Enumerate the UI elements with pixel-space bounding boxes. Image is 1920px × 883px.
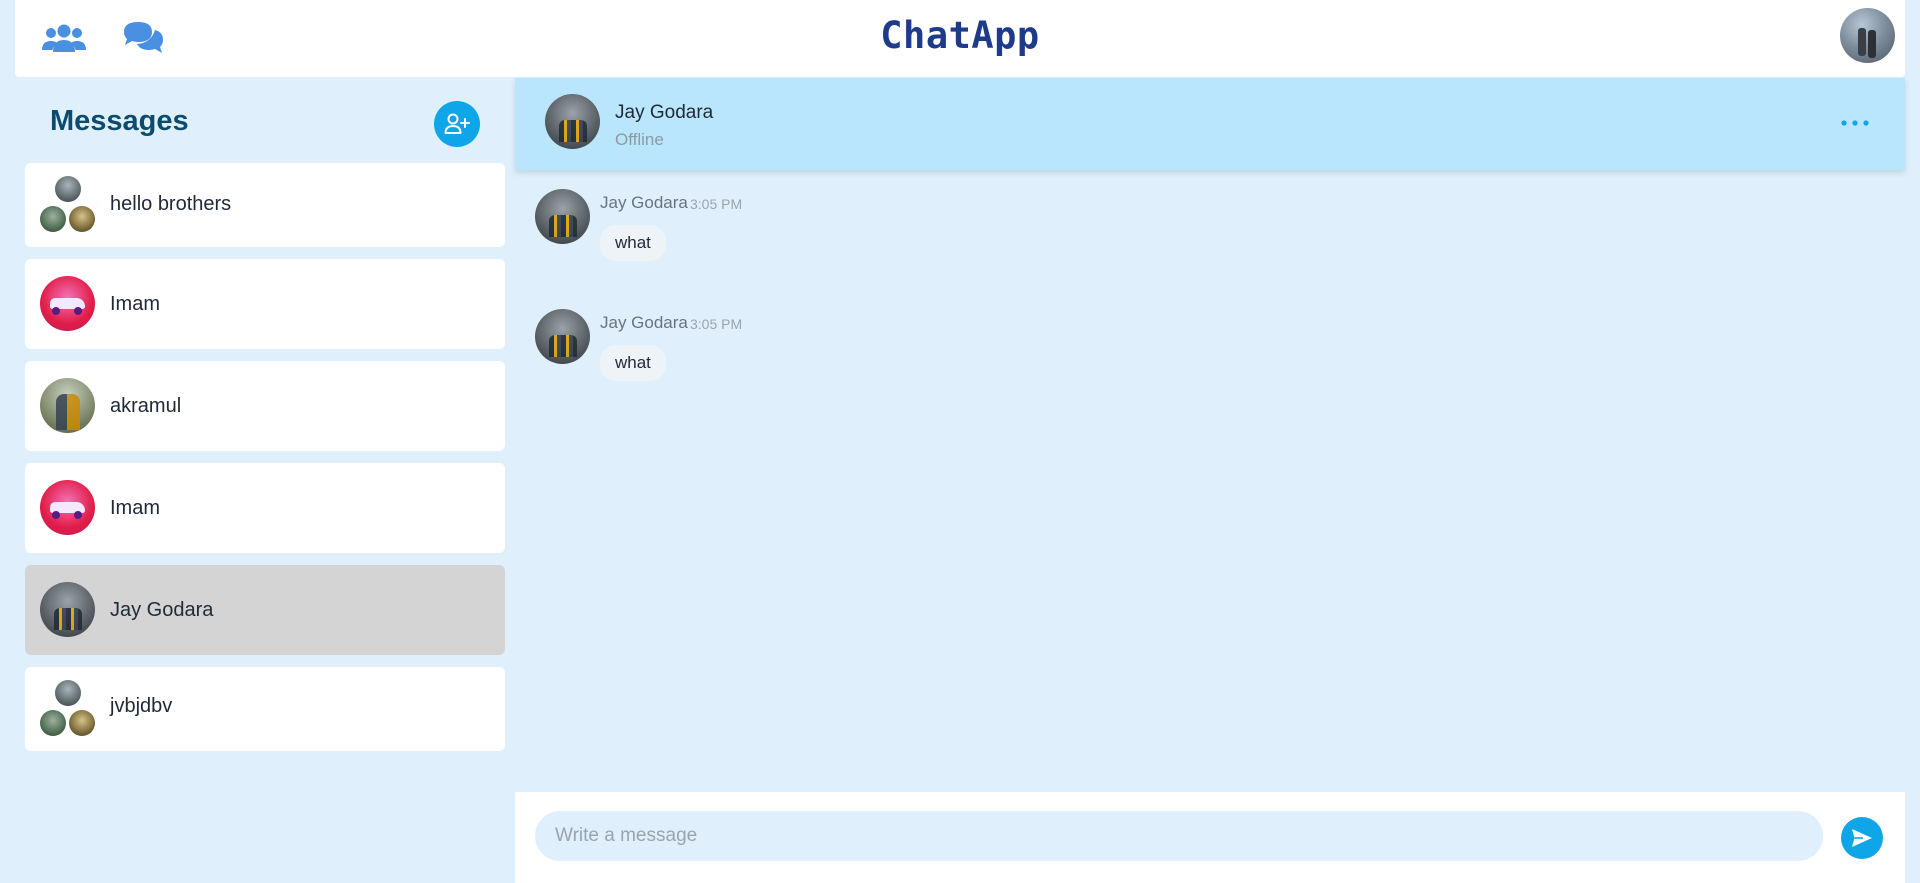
message-composer (515, 792, 1905, 883)
send-button[interactable] (1841, 817, 1883, 859)
chat-item-jvbjdbv[interactable]: jvbjdbv (25, 667, 505, 751)
message-sender: Jay Godara (600, 313, 688, 332)
conversation-header: Jay Godara Offline (515, 78, 1905, 170)
sidebar-header: Messages (50, 101, 480, 149)
chat-item-name: hello brothers (110, 193, 232, 215)
message-avatar (535, 189, 590, 244)
message-input[interactable] (535, 811, 1823, 861)
message-avatar (535, 309, 590, 364)
chat-item-name: jvbjdbv (110, 695, 173, 717)
avatar (40, 480, 95, 535)
message-bubble: what (600, 345, 666, 381)
chat-item-akramul[interactable]: akramul (25, 361, 505, 451)
app-title: ChatApp (880, 14, 1040, 57)
avatar (40, 582, 95, 637)
conversation-name: Jay Godara (615, 102, 714, 123)
top-bar: ChatApp (15, 0, 1905, 77)
conversation-panel: Jay Godara Offline Jay Godara 3:05 PM wh… (515, 77, 1905, 883)
chat-item-imam-2[interactable]: Imam (25, 463, 505, 553)
chat-item-name: akramul (110, 395, 182, 417)
avatar (40, 378, 95, 433)
new-chat-button[interactable] (434, 101, 480, 147)
chat-item-name: Jay Godara (110, 599, 214, 621)
group-avatar (40, 680, 96, 738)
message: Jay Godara 3:05 PM what (535, 309, 935, 409)
sidebar-title: Messages (50, 105, 189, 137)
chat-item-name: Imam (110, 293, 160, 315)
message: Jay Godara 3:05 PM what (535, 189, 935, 289)
chat-item-imam[interactable]: Imam (25, 259, 505, 349)
message-sender: Jay Godara (600, 193, 688, 212)
sidebar: Messages hello brothers Imam akramul Ima… (0, 77, 515, 883)
current-user-avatar[interactable] (1840, 8, 1895, 63)
message-time: 3:05 PM (690, 316, 743, 332)
conversation-avatar[interactable] (545, 94, 600, 149)
group-avatar (40, 176, 96, 234)
more-options-button[interactable] (1835, 110, 1875, 136)
send-icon (1852, 829, 1872, 847)
avatar (40, 276, 95, 331)
conversation-status: Offline (615, 130, 664, 149)
message-bubble: what (600, 225, 666, 261)
chat-item-jay-godara[interactable]: Jay Godara (25, 565, 505, 655)
chat-item-name: Imam (110, 497, 160, 519)
ellipsis-icon (1841, 120, 1869, 126)
user-plus-icon (444, 113, 470, 134)
message-time: 3:05 PM (690, 196, 743, 212)
chat-item-hello-brothers[interactable]: hello brothers (25, 163, 505, 247)
